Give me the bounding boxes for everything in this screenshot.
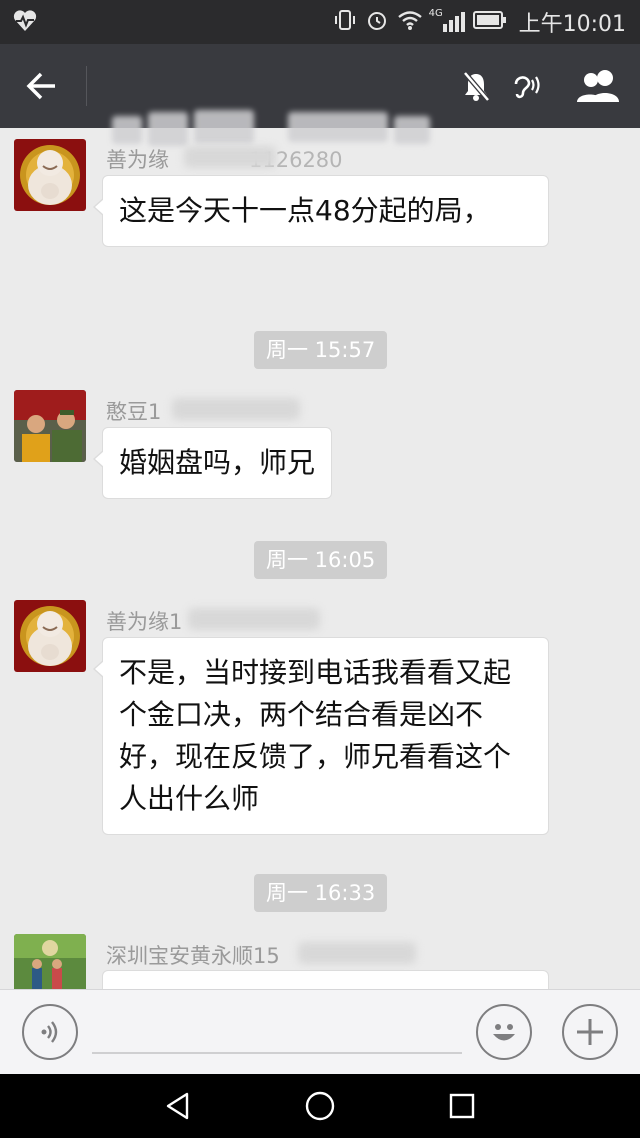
triangle-back-icon (166, 1092, 189, 1120)
message-bubble[interactable]: 这是今天十一点48分起的局， (93, 175, 549, 247)
chat-message-list[interactable]: 善为缘 1126280 这是今天十一点48分起的局， 周一 15:57 憨豆1 婚… (0, 128, 640, 989)
message-bubble[interactable]: 婚姻盘吗，师兄 (92, 427, 333, 499)
message-input[interactable] (92, 1004, 462, 1054)
timestamp-divider: 周一 16:05 (254, 541, 388, 579)
wifi-icon (397, 8, 423, 36)
mute-bell-icon (463, 71, 490, 102)
message-text: 婚姻盘吗，师兄 (119, 446, 316, 479)
blurred-sender-id (184, 146, 276, 168)
buddha-avatar[interactable] (14, 600, 86, 672)
sender-name: 憨豆1 (106, 400, 162, 424)
circle-home-icon (305, 1091, 335, 1121)
sender-name: 深圳宝安黄永顺15 (106, 944, 280, 968)
outdoor-avatar[interactable] (14, 934, 86, 989)
nav-back-button[interactable] (156, 1084, 200, 1128)
blurred-sender-id (298, 942, 416, 964)
battery-icon (472, 10, 507, 34)
plus-icon (577, 1019, 603, 1045)
title-bar (0, 44, 640, 146)
chat-members-button[interactable] (574, 64, 624, 108)
timestamp-divider: 周一 16:33 (254, 874, 388, 912)
soldiers-avatar[interactable] (14, 390, 86, 462)
vibrate-icon (333, 8, 357, 36)
alarm-icon (365, 8, 389, 36)
mute-notifications-button[interactable] (454, 64, 498, 108)
voice-icon (41, 1021, 58, 1043)
emoji-button[interactable] (476, 1004, 532, 1060)
title-divider (86, 66, 87, 106)
group-members-icon (577, 70, 619, 102)
message-text: 这是今天十一点48分起的局， (119, 194, 491, 227)
timestamp-divider: 周一 15:57 (254, 331, 388, 369)
message-bubble[interactable]: 不是，当时接到电话我看看又起个金口决，两个结合看是凶不好，现在反馈了，师兄看看这… (93, 637, 549, 835)
clock-time: 上午10:01 (518, 12, 626, 37)
status-bar: 4G 上午10:01 (0, 0, 640, 44)
chat-title (108, 66, 428, 106)
buddha-avatar[interactable] (14, 139, 86, 211)
emoji-icon (493, 1024, 515, 1041)
more-actions-button[interactable] (562, 1004, 618, 1060)
network-type: 4G (428, 8, 443, 19)
nav-recents-button[interactable] (440, 1084, 484, 1128)
nav-home-button[interactable] (298, 1084, 342, 1128)
back-button[interactable] (18, 64, 66, 108)
chat-input-bar (0, 989, 640, 1074)
earpiece-mode-button[interactable] (504, 64, 548, 108)
blurred-sender-id (188, 608, 320, 630)
heart-pulse-icon (12, 8, 38, 34)
earpiece-icon (514, 76, 540, 99)
signal-icon: 4G (429, 8, 465, 32)
message-text: 不是，当时接到电话我看看又起个金口决，两个结合看是凶不好，现在反馈了，师兄看看这… (119, 656, 512, 815)
voice-input-button[interactable] (22, 1004, 78, 1060)
message-bubble[interactable] (102, 970, 549, 989)
sender-name: 善为缘1 (106, 610, 183, 634)
blurred-sender-id (172, 398, 300, 420)
back-arrow-icon (26, 72, 55, 100)
system-nav-bar (0, 1074, 640, 1138)
square-recents-icon (449, 1093, 475, 1119)
